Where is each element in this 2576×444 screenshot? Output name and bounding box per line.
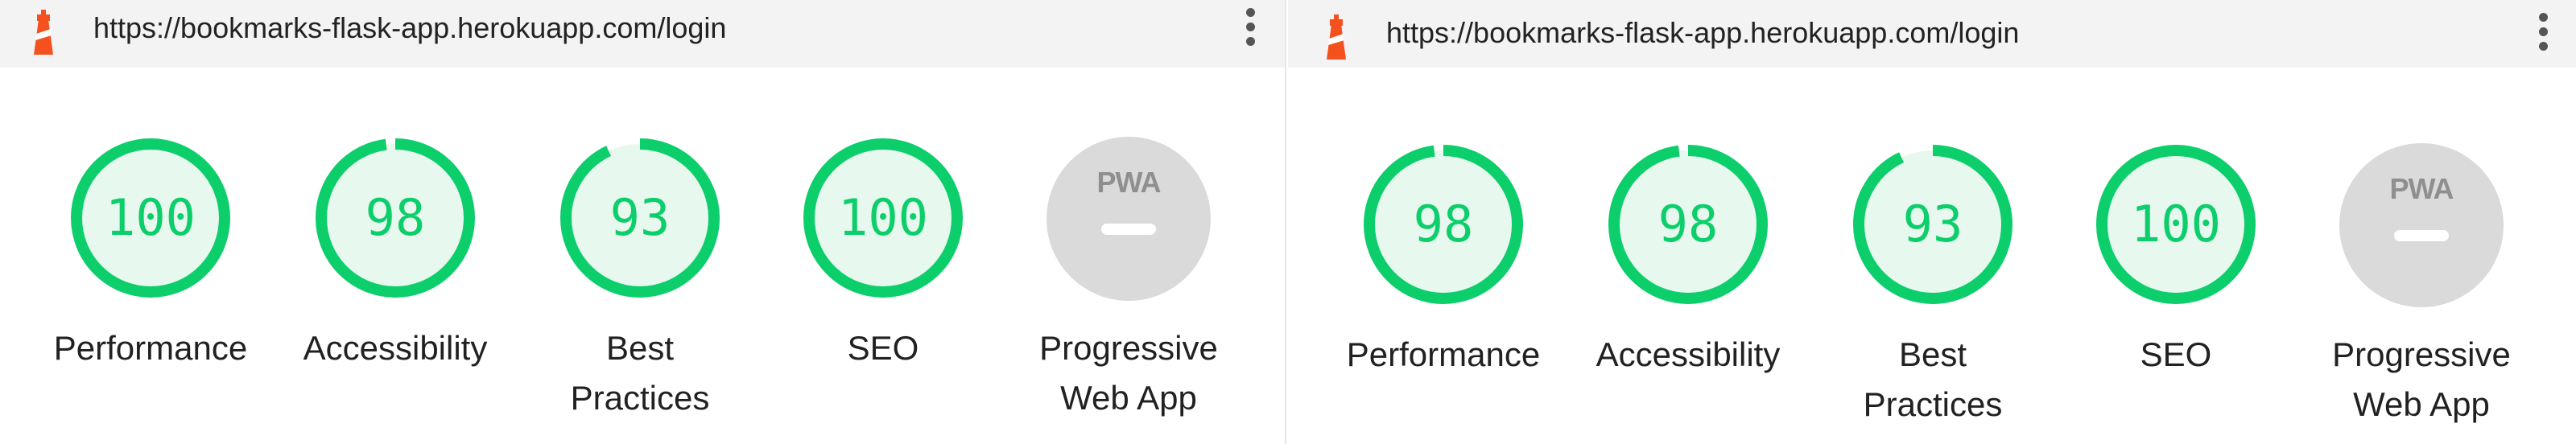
score-value: 100 [105, 188, 196, 247]
gauge-best-practices[interactable]: 93 [1848, 140, 2017, 309]
report-url[interactable]: https://bookmarks-flask-app.herokuapp.co… [93, 11, 726, 45]
score-value: 93 [609, 188, 671, 247]
more-options-icon[interactable] [1246, 8, 1256, 56]
gauge-label-best-practices: Best Practices [570, 329, 710, 417]
lighthouse-icon [1327, 14, 1346, 60]
gauge-seo[interactable]: 100 [799, 134, 968, 302]
report-topbar: https://bookmarks-flask-app.herokuapp.co… [0, 0, 1285, 68]
report-topbar: https://bookmarks-flask-app.herokuapp.co… [1288, 0, 2576, 68]
pwa-not-applicable-dash [2394, 230, 2449, 241]
lighthouse-report-right: https://bookmarks-flask-app.herokuapp.co… [1288, 0, 2576, 444]
gauge-label-accessibility: Accessibility [1596, 335, 1781, 373]
gauge-label-performance: Performance [1346, 335, 1541, 373]
gauge-seo[interactable]: 100 [2091, 140, 2260, 309]
report-url[interactable]: https://bookmarks-flask-app.herokuapp.co… [1386, 16, 2019, 50]
score-value: 98 [365, 188, 426, 247]
score-value: 93 [1902, 195, 1963, 253]
gauge-accessibility[interactable]: 98 [311, 134, 480, 302]
gauge-label-accessibility: Accessibility [303, 329, 488, 367]
gauge-label-seo: SEO [847, 329, 919, 367]
gauge-label-pwa: Progressive Web App [1039, 329, 1218, 417]
lighthouse-icon [34, 10, 53, 55]
score-value: 100 [838, 188, 928, 247]
gauge-performance[interactable]: 98 [1359, 140, 1528, 309]
gauge-performance[interactable]: 100 [66, 134, 235, 302]
gauge-accessibility[interactable]: 98 [1604, 140, 1773, 309]
pwa-not-applicable-dash [1101, 224, 1156, 235]
score-value: 98 [1657, 195, 1719, 253]
gauge-label-best-practices: Best Practices [1863, 335, 2003, 423]
lighthouse-report-left: https://bookmarks-flask-app.herokuapp.co… [0, 0, 1286, 444]
gauge-label-seo: SEO [2140, 335, 2212, 373]
pwa-badge[interactable]: PWA [1046, 137, 1211, 301]
more-options-icon[interactable] [2539, 13, 2549, 61]
pwa-badge[interactable]: PWA [2339, 143, 2504, 307]
score-value: 98 [1413, 195, 1474, 253]
pwa-badge-text: PWA [2389, 172, 2454, 205]
pwa-badge-text: PWA [1096, 166, 1161, 199]
gauge-label-performance: Performance [53, 329, 248, 367]
gauge-label-pwa: Progressive Web App [2332, 335, 2511, 423]
gauge-best-practices[interactable]: 93 [555, 134, 724, 302]
score-value: 100 [2131, 195, 2221, 253]
